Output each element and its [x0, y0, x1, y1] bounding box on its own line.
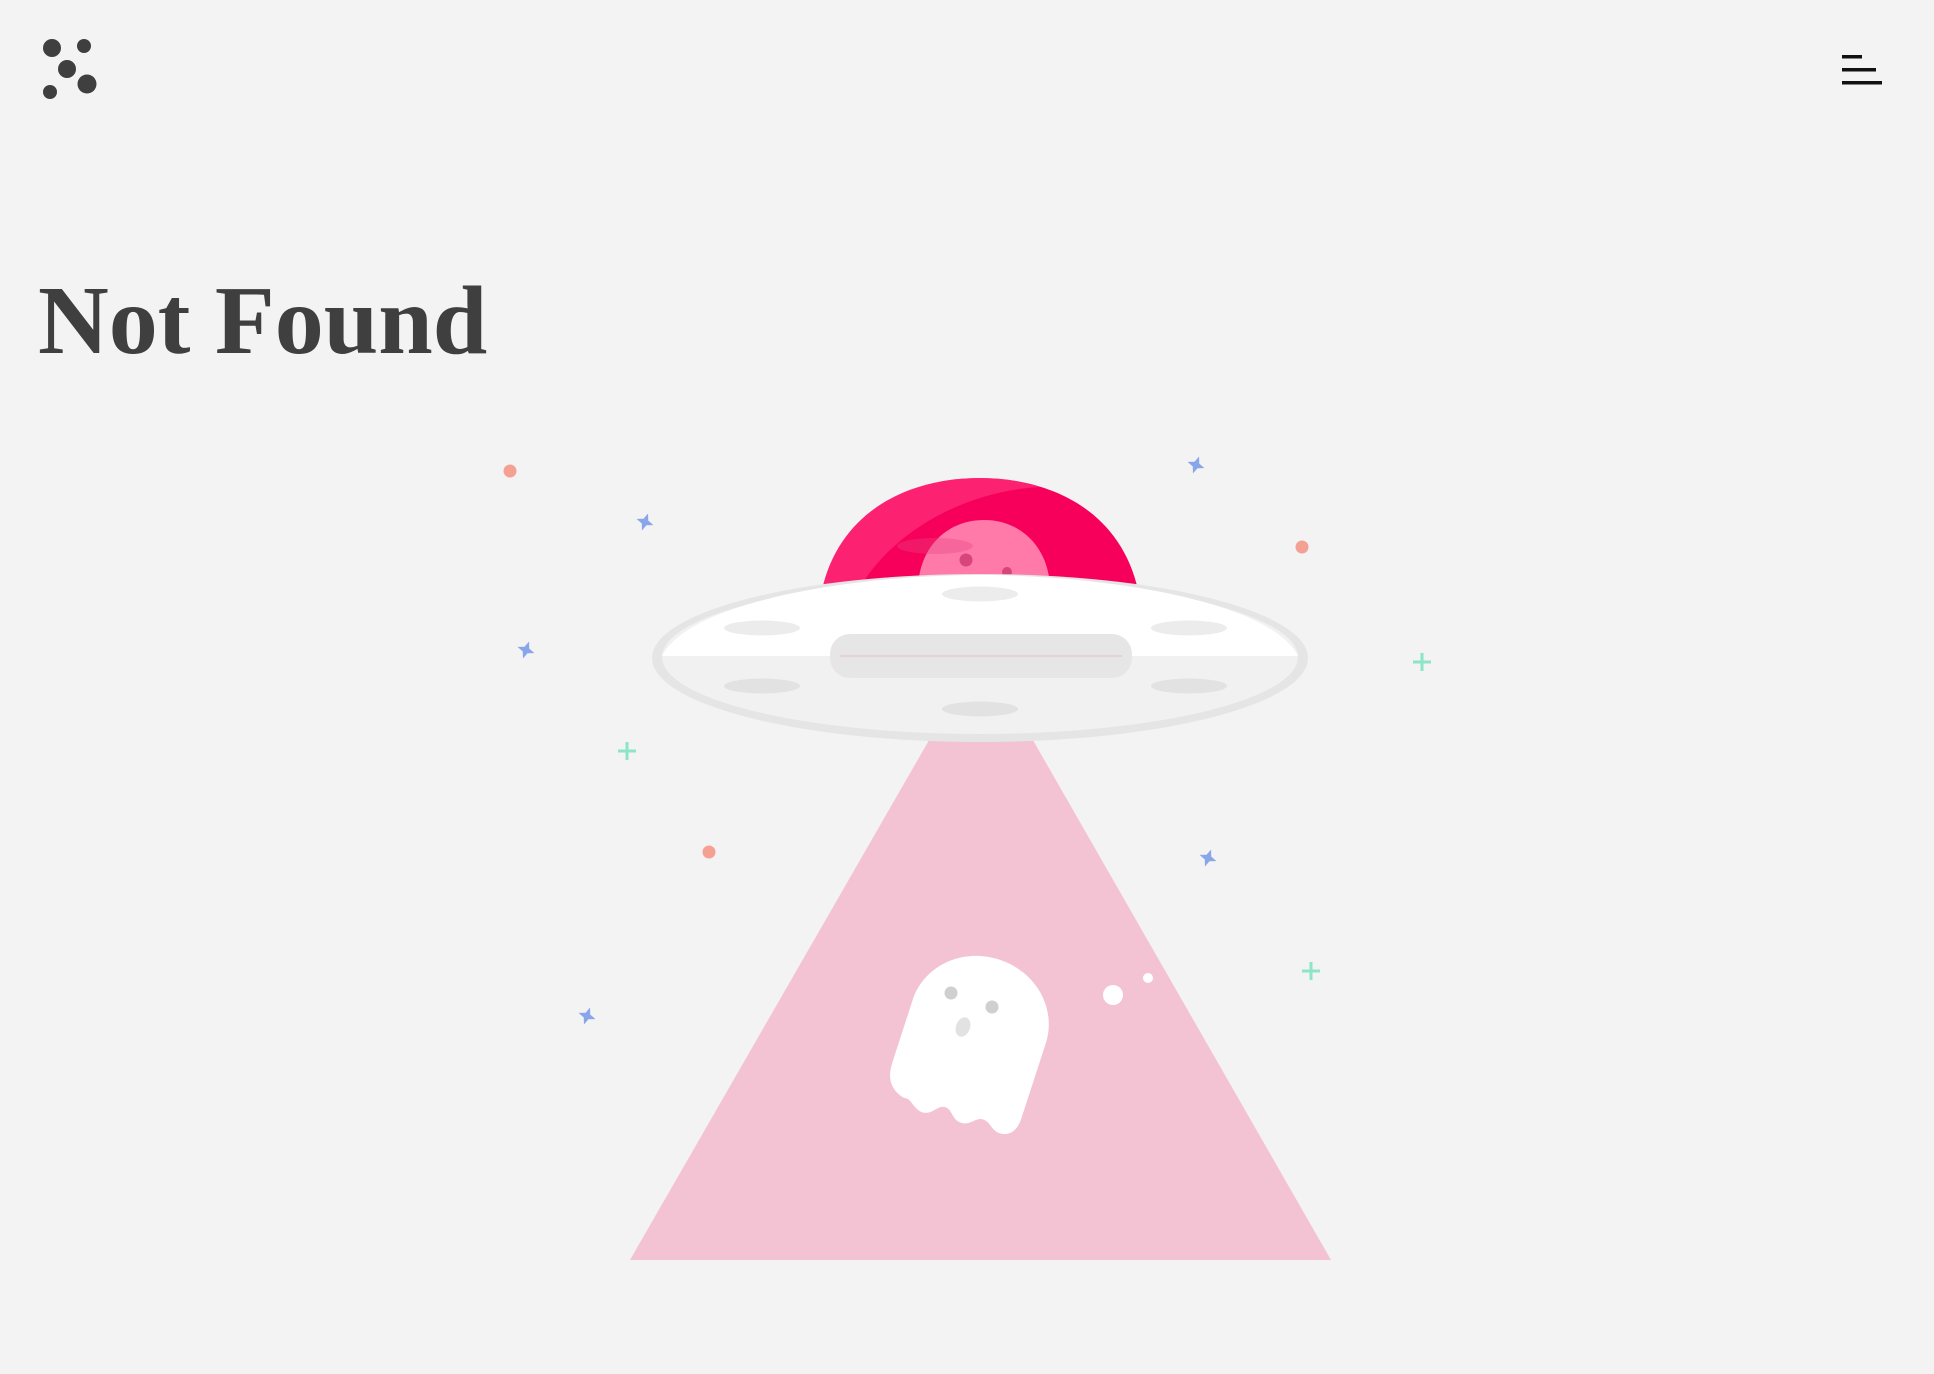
plus-star-icon: [1302, 962, 1320, 980]
sparkle-star-icon: [517, 641, 535, 659]
not-found-page: Not Found: [0, 0, 1934, 1374]
bubble-icon: [1103, 985, 1123, 1005]
dots-logo-svg: [43, 39, 97, 99]
ghost-eye-icon: [944, 986, 958, 1000]
bubble-icon: [1143, 973, 1153, 983]
page-title: Not Found: [38, 267, 488, 375]
ghost-mouth-icon: [955, 1017, 971, 1037]
plus-star-icon: [1413, 653, 1431, 671]
saucer-light-icon: [724, 678, 800, 694]
sparkle-star-icon: [636, 513, 654, 531]
sparkle-star-icon: [1199, 849, 1217, 867]
ghost-icon: [890, 955, 1049, 1135]
ufo-saucer-lower: [662, 580, 1298, 734]
saucer-light-icon: [942, 586, 1018, 602]
saucer-light-icon: [1151, 678, 1227, 694]
menu-icon-svg: [1842, 55, 1882, 85]
sparkle-star-icon: [578, 1007, 596, 1025]
dots-logo-icon[interactable]: [40, 36, 102, 102]
plus-star-icon: [618, 742, 636, 760]
ufo-illustration: [503, 456, 1431, 1260]
saucer-light-icon: [942, 701, 1018, 717]
alien-eye-icon: [959, 553, 973, 567]
saucer-light-icon: [1151, 620, 1227, 636]
menu-icon[interactable]: [1838, 52, 1886, 94]
ghost-eye-icon: [985, 1000, 999, 1014]
dot-star-icon: [503, 464, 517, 478]
ufo-saucer-panel: [830, 634, 1132, 678]
ufo-saucer-rim: [652, 574, 1308, 742]
alien-eye-icon: [1002, 567, 1012, 577]
dot-star-icon: [702, 845, 716, 859]
ufo-alien-window: [918, 520, 1050, 590]
tractor-beam: [630, 735, 1331, 1260]
dome-shadow: [897, 538, 973, 554]
sparkle-star-icon: [1187, 456, 1205, 474]
ufo-dome: [822, 478, 1138, 590]
ufo-dome-highlight: [822, 478, 1040, 590]
saucer-light-icon: [724, 620, 800, 636]
dot-star-icon: [1295, 540, 1309, 554]
ufo-saucer-top: [662, 575, 1298, 656]
